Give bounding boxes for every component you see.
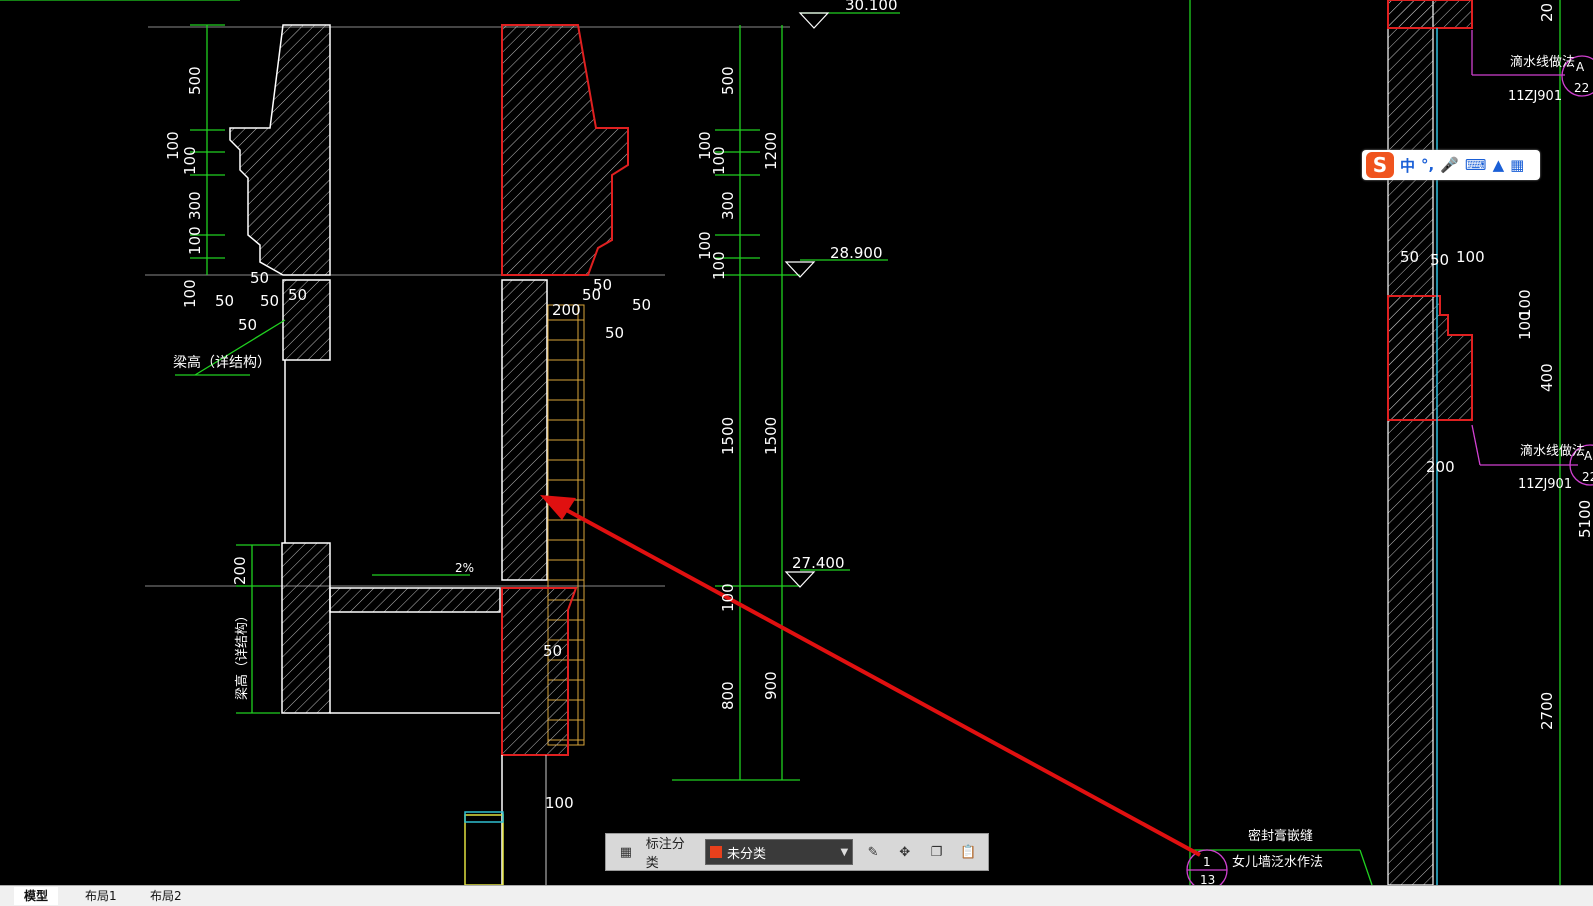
grid-icon[interactable]: ▦ bbox=[1510, 156, 1524, 174]
elevation-label: 27.400 bbox=[792, 554, 845, 572]
mic-icon[interactable]: 🎤 bbox=[1440, 156, 1459, 174]
tab-layout1[interactable]: 布局1 bbox=[75, 887, 127, 905]
dim-label: 900 bbox=[762, 671, 780, 700]
category-color-swatch bbox=[710, 846, 723, 858]
dim-label: 50 bbox=[1400, 248, 1419, 266]
tab-model[interactable]: 模型 bbox=[14, 887, 59, 905]
dim-label: 5100 bbox=[1576, 500, 1593, 538]
dim-label: 100 bbox=[710, 146, 728, 175]
dim-label: 300 bbox=[719, 191, 737, 220]
dim-label: 300 bbox=[186, 191, 204, 220]
dim-label: 100 bbox=[1456, 248, 1485, 266]
dim-label: 50 bbox=[543, 642, 562, 660]
dim-label: 1500 bbox=[762, 417, 780, 455]
dim-label: 100 bbox=[1516, 311, 1534, 340]
category-grid-icon[interactable]: ▦ bbox=[614, 840, 638, 864]
dim-label: 50 bbox=[632, 296, 651, 314]
copy-icon[interactable]: ❐ bbox=[925, 840, 949, 864]
dim-label: 400 bbox=[1538, 363, 1556, 392]
dim-label: 500 bbox=[719, 66, 737, 95]
dim-label: 100 bbox=[710, 251, 728, 280]
dim-label: 200 bbox=[552, 301, 581, 319]
callout-label: 22 bbox=[1582, 470, 1593, 484]
anno-category-label: 标注分类 bbox=[645, 837, 685, 871]
dim-label: 50 bbox=[250, 269, 269, 287]
standard-label: 11ZJ901 bbox=[1508, 89, 1562, 104]
dim-label: 500 bbox=[186, 66, 204, 95]
ime-toolbar[interactable]: S 中 °, 🎤 ⌨ ▲ ▦ bbox=[1362, 150, 1540, 180]
dim-label: 1500 bbox=[719, 417, 737, 455]
callout-label: 1 bbox=[1203, 855, 1211, 869]
paste-icon[interactable]: 📋 bbox=[956, 840, 980, 864]
callout-label: 13 bbox=[1200, 873, 1215, 885]
red-arrow-annotation bbox=[540, 495, 1201, 857]
edit-icon[interactable]: ✎ bbox=[861, 840, 885, 864]
drip-line-label: 滴水线做法 bbox=[1510, 54, 1575, 70]
dim-label: 50 bbox=[1430, 251, 1449, 269]
ime-punct[interactable]: °, bbox=[1421, 156, 1434, 174]
dim-label: 100 bbox=[181, 279, 199, 308]
right-parapet-section bbox=[464, 24, 629, 885]
dim-label: 100 bbox=[186, 226, 204, 255]
dim-label: 200 bbox=[231, 556, 249, 585]
beam-height-label: 梁高（详结构） bbox=[173, 354, 271, 371]
annotation-toolbar: ▦ 标注分类 未分类 ▼ ✎ ✥ ❐ 📋 bbox=[605, 833, 989, 871]
anno-category-select[interactable]: 未分类 ▼ bbox=[705, 839, 854, 865]
sogou-logo-icon: S bbox=[1366, 152, 1394, 178]
dim-label: 100 bbox=[164, 131, 182, 160]
seal-label: 密封膏嵌缝 bbox=[1248, 828, 1313, 844]
drip-line-label: 滴水线做法 bbox=[1520, 443, 1585, 459]
dim-label: 100 bbox=[719, 583, 737, 612]
standard-label: 11ZJ901 bbox=[1518, 477, 1572, 492]
move-icon[interactable]: ✥ bbox=[893, 840, 917, 864]
dim-label: 2700 bbox=[1538, 692, 1556, 730]
ime-lang[interactable]: 中 bbox=[1400, 155, 1415, 176]
callout-label: 22 bbox=[1574, 81, 1589, 95]
beam-height-label: 梁高（详结构） bbox=[234, 609, 250, 700]
dim-label: 100 bbox=[545, 794, 574, 812]
dim-label: 50 bbox=[215, 292, 234, 310]
elevation-label: 30.100 bbox=[845, 0, 898, 14]
cad-viewer: 30.100 28.900 27.400 500 100 100 300 100 100 50 50… bbox=[0, 0, 1593, 906]
anno-category-value: 未分类 bbox=[727, 846, 767, 862]
callout-label: A bbox=[1584, 449, 1593, 463]
tab-layout2[interactable]: 布局2 bbox=[140, 887, 192, 905]
dim-label: 50 bbox=[605, 324, 624, 342]
elevation-label: 28.900 bbox=[830, 244, 883, 262]
dim-label: 50 bbox=[288, 286, 307, 304]
dim-label: 100 bbox=[181, 146, 199, 175]
shirt-icon[interactable]: ▲ bbox=[1493, 156, 1505, 174]
dim-label: 50 bbox=[260, 292, 279, 310]
dim-label: 1200 bbox=[762, 132, 780, 170]
dim-label: 50 bbox=[582, 286, 601, 304]
dim-label: 200 bbox=[1426, 458, 1455, 476]
dim-label: 50 bbox=[238, 316, 257, 334]
chevron-down-icon: ▼ bbox=[840, 846, 849, 858]
dim-label: 20 bbox=[1538, 3, 1556, 22]
layout-tabbar: 模型 布局1 布局2 bbox=[0, 885, 1593, 906]
slope-label: 2% bbox=[455, 561, 474, 575]
keyboard-icon[interactable]: ⌨ bbox=[1465, 156, 1487, 174]
dim-label: 800 bbox=[719, 681, 737, 710]
callout-label: A bbox=[1576, 60, 1585, 74]
parapet-label: 女儿墙泛水作法 bbox=[1232, 854, 1323, 870]
far-right-detail bbox=[1186, 0, 1593, 885]
cad-drawing-canvas[interactable]: 30.10028.90027.4005001001003001001005050… bbox=[0, 0, 1593, 885]
